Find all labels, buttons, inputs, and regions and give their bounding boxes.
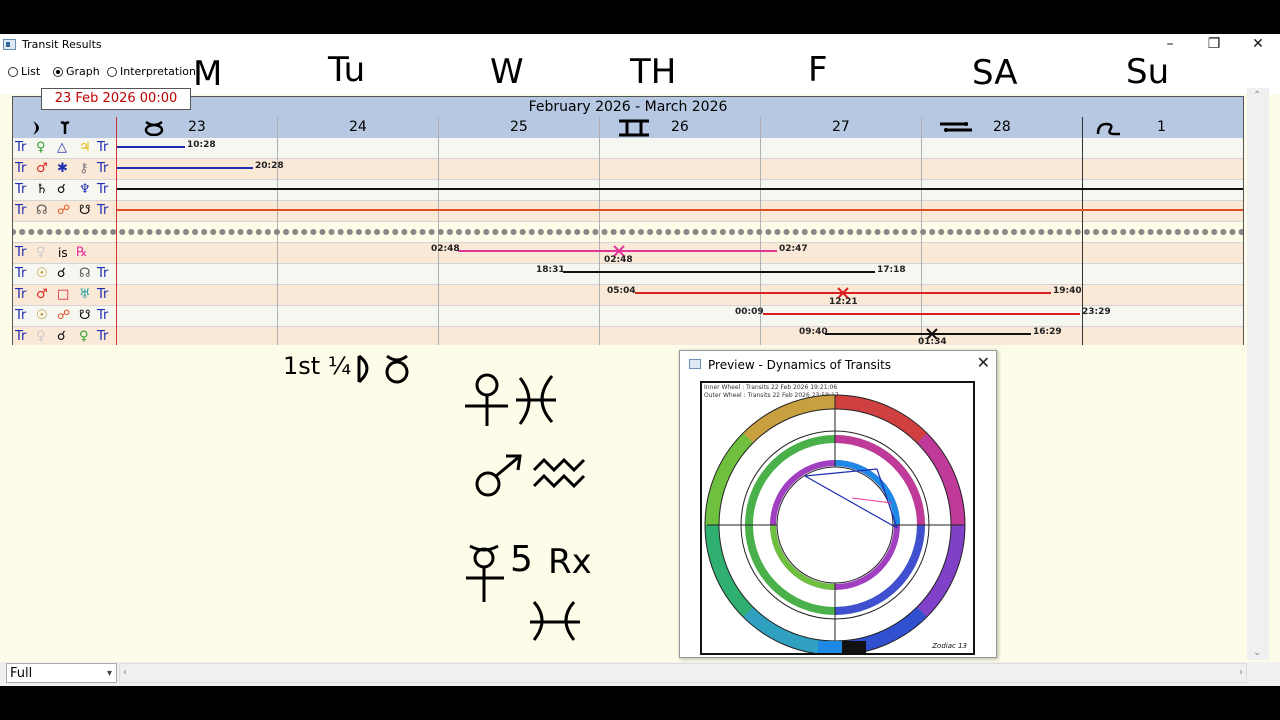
status-bar: Full ▾ ‹ › [0,662,1280,686]
handwritten-degree-number: 5 [510,539,533,580]
radio-graph[interactable]: Graph [53,65,100,78]
zodiac-footer: Zodiac 13 [932,642,967,650]
scroll-down-icon[interactable]: ⌄ [1253,647,1261,658]
row-1-time-end: 10:28 [187,140,216,150]
transit-results-window: Transit Results – ❐ ✕ List Graph Interpr… [0,34,1280,686]
row-7-time-end: 17:18 [877,265,906,275]
scroll-up-icon[interactable]: ⌃ [1253,90,1261,101]
scroll-left-icon[interactable]: ‹ [123,667,127,678]
handwritten-weekday-thu: TH [630,52,677,92]
radio-graph-label: Graph [66,65,100,78]
row-10-time-exact: 01:34 [918,337,947,347]
row-8-time-start: 05:04 [607,286,636,296]
row-10-time-end: 16:29 [1033,327,1062,337]
current-date-box[interactable]: 23 Feb 2026 00:00 [41,88,191,110]
row-6-time-end: 02:47 [779,244,808,254]
radio-interpretation-label: Interpretation [120,65,196,78]
row-6-time-start: 02:48 [431,244,460,254]
row-8-time-end: 19:40 [1053,286,1082,296]
handwritten-weekday-wed: W [490,52,524,92]
scale-dropdown[interactable]: Full ▾ [6,663,117,683]
row-8-time-exact: 12:21 [829,297,858,307]
window-title: Transit Results [22,38,102,51]
row-9-time-end: 23:29 [1082,307,1111,317]
handwritten-weekday-sat: SA [972,53,1018,93]
transit-lines [13,146,1243,340]
view-toolbar: List Graph Interpretation M Tu W TH F SA… [0,50,1280,94]
preview-app-icon [689,359,701,369]
zodiac-wheel [704,394,966,653]
preview-close-button[interactable]: ✕ [977,353,990,372]
row-6-time-exact: 02:48 [604,255,633,265]
radio-interpretation-dot[interactable] [107,66,117,77]
preview-dialog[interactable]: Preview - Dynamics of Transits ✕ Inner W… [679,350,997,658]
scroll-right-icon[interactable]: › [1239,667,1243,678]
row-10-time-start: 09:40 [799,327,828,337]
app-icon [3,39,16,50]
handwritten-moon-taurus-icon [357,354,409,384]
chevron-down-icon[interactable]: ▾ [107,664,112,684]
handwritten-weekday-fri: F [808,50,828,90]
row-2-time-end: 20:28 [255,161,284,171]
radio-list-dot[interactable] [8,66,18,77]
handwritten-weekday-mon: M [193,54,223,94]
handwritten-weekday-sun: Su [1126,52,1170,92]
horizontal-scrollbar[interactable]: ‹ › [119,663,1247,683]
transit-wheel-chart: Inner Wheel : Transits 22 Feb 2026 19:21… [700,381,975,655]
vertical-scrollbar[interactable]: ⌃ ⌄ [1247,88,1269,660]
handwritten-venus-icon [466,544,504,602]
row-9-time-start: 00:09 [735,307,764,317]
radio-graph-dot[interactable] [53,66,63,77]
handwritten-retrograde: Rx [548,542,592,582]
close-button[interactable]: ✕ [1236,34,1280,56]
restore-button[interactable]: ❐ [1192,34,1236,56]
preview-title: Preview - Dynamics of Transits [708,358,892,372]
handwritten-venus-pisces-icon [465,373,556,426]
radio-list-label: List [21,65,41,78]
handwritten-weekday-tue: Tu [328,50,366,90]
radio-list[interactable]: List [8,65,40,78]
radio-interpretation[interactable]: Interpretation [107,65,196,78]
handwritten-mars-aquarius-icon [475,454,586,497]
row-7-time-start: 18:31 [536,265,565,275]
handwritten-first-quarter: 1st ¼ [283,352,352,380]
handwritten-pisces-icon [530,601,580,641]
transit-graph[interactable]: February 2026 - March 2026 23 24 25 26 2… [12,96,1244,347]
scale-dropdown-value: Full [10,666,33,681]
